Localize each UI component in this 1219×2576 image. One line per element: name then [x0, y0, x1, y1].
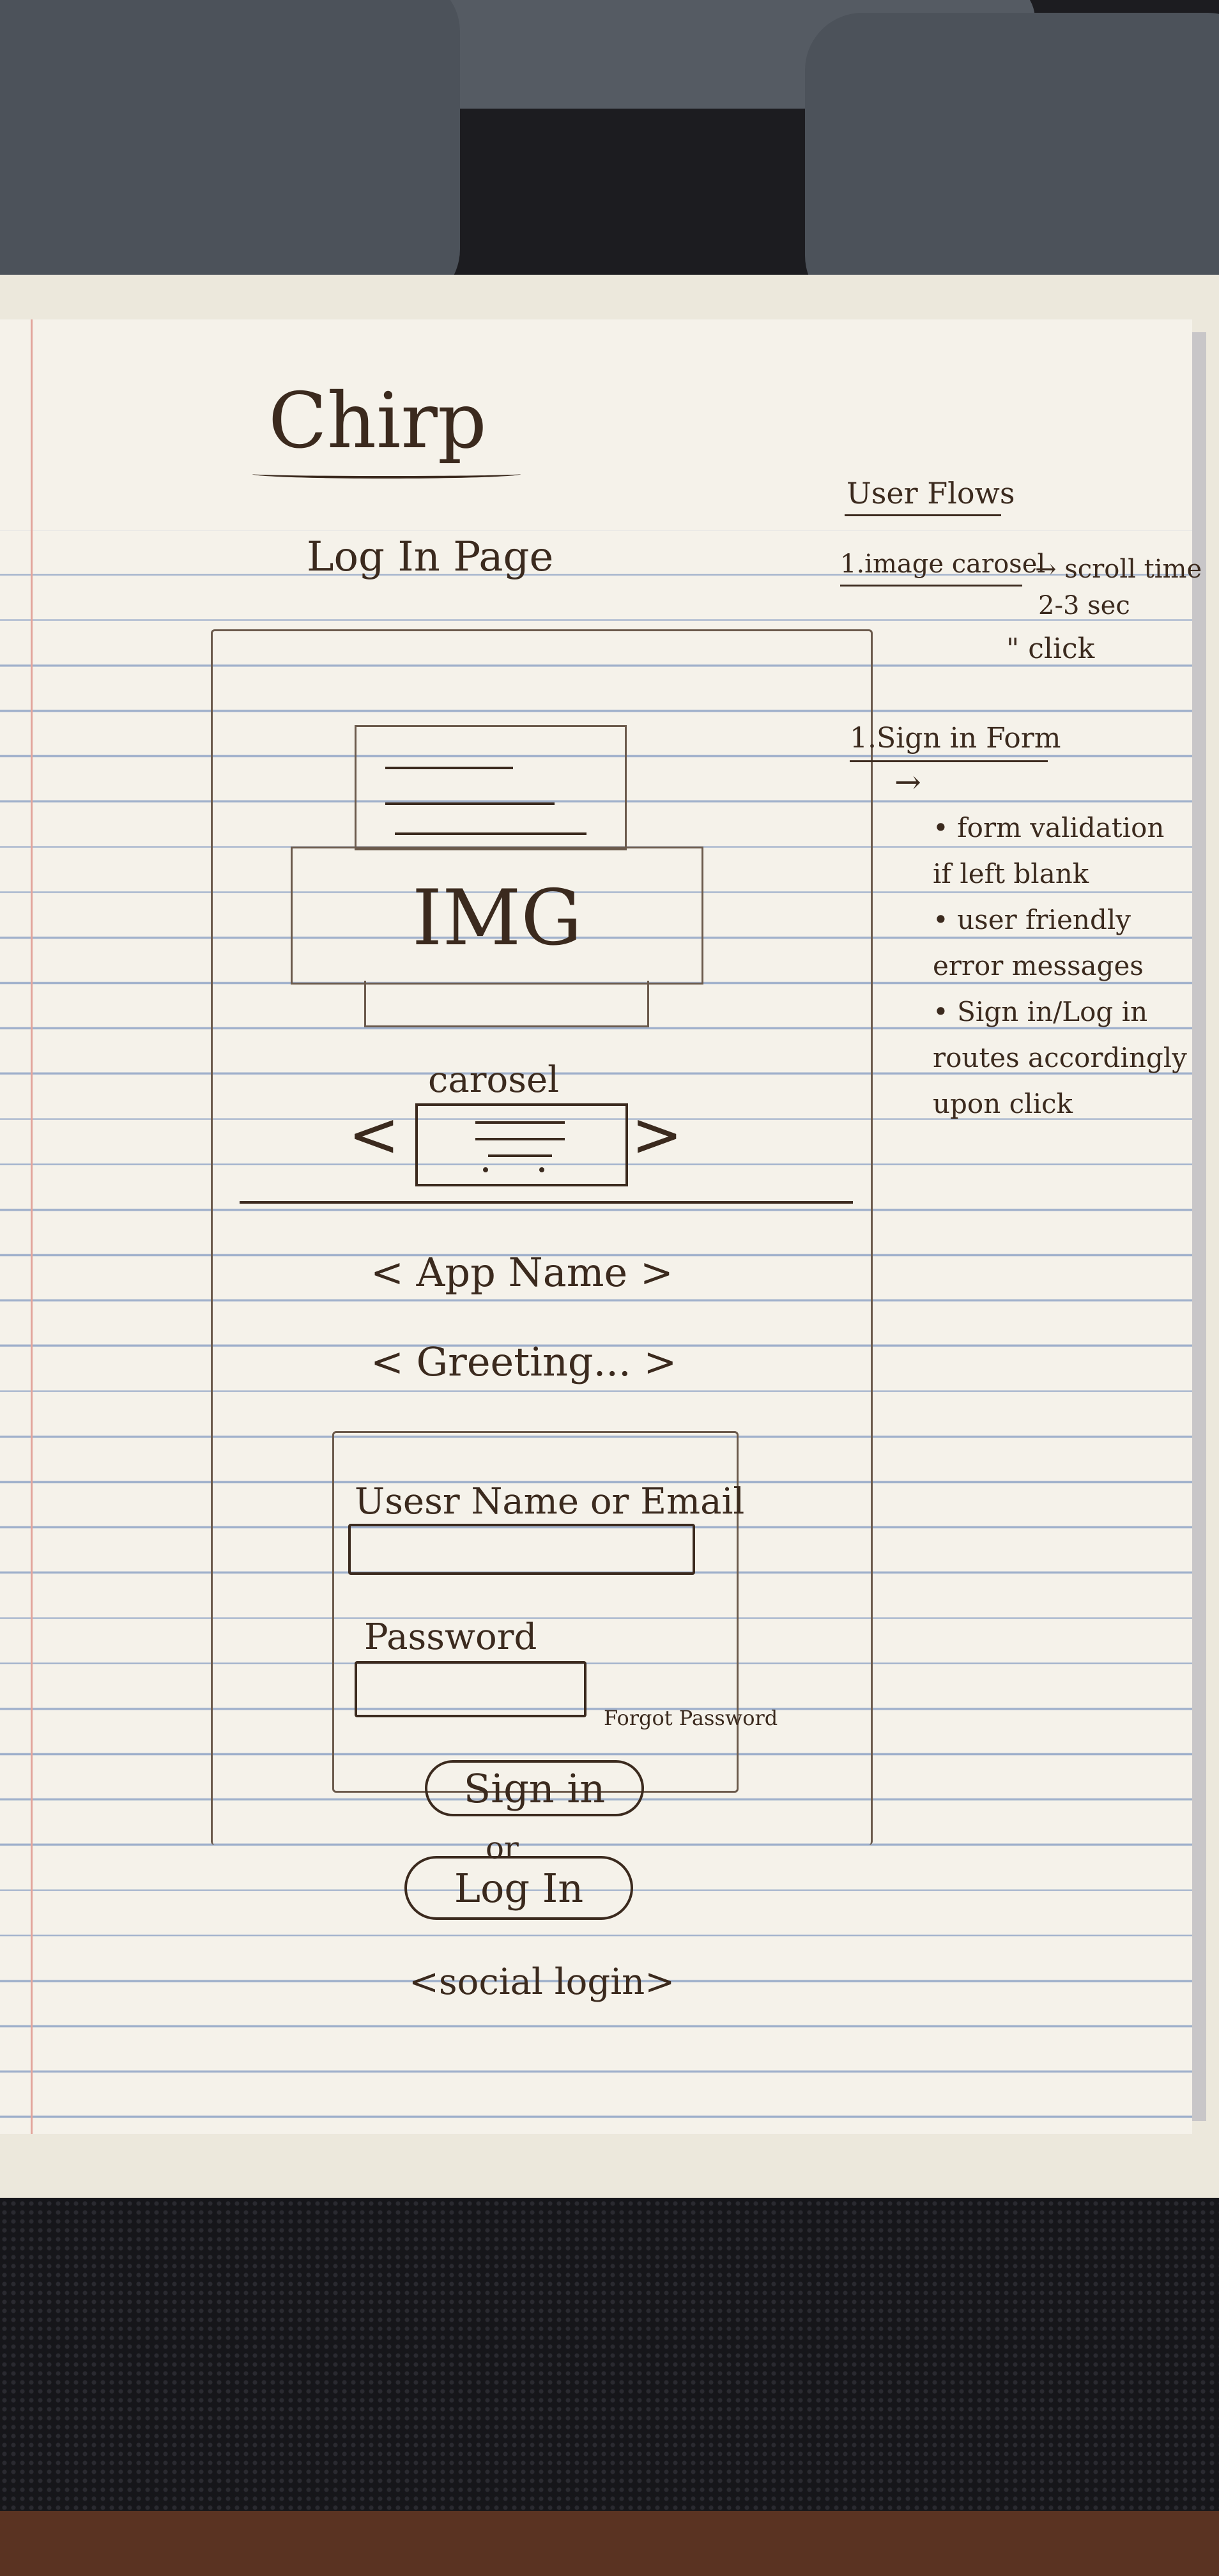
password-label: Password: [364, 1616, 537, 1658]
flow-image-carousel-underline: [840, 585, 1022, 586]
carousel-card[interactable]: [415, 1103, 628, 1186]
forgot-password-link[interactable]: Forgot Password: [604, 1706, 778, 1730]
greeting: < Greeting... >: [371, 1338, 677, 1385]
carousel-card-front: [364, 981, 649, 1027]
user-flows-heading: User Flows: [847, 476, 1015, 510]
flow-note: routes accordingly: [933, 1042, 1187, 1073]
hero-divider: [240, 1201, 853, 1204]
margin-line: [31, 319, 33, 2134]
flow-note: • form validation: [933, 812, 1165, 843]
password-input[interactable]: [355, 1661, 586, 1717]
carousel-dot: [483, 1167, 488, 1172]
page-title: Chirp: [268, 377, 487, 466]
title-underline: [252, 470, 521, 479]
flow-note: • user friendly: [933, 904, 1131, 935]
flow-note: error messages: [933, 950, 1144, 981]
carousel-dot: [539, 1167, 544, 1172]
username-input[interactable]: [348, 1524, 695, 1575]
app-name: < App Name >: [371, 1249, 673, 1296]
username-label: Usesr Name or Email: [355, 1481, 745, 1522]
flow-arrow-icon: →: [894, 763, 921, 801]
flow-sign-in-form: 1.Sign in Form: [850, 722, 1061, 755]
seat-cushion-right: [805, 13, 1219, 313]
flow-sign-in-form-underline: [850, 760, 1048, 762]
user-flows-underline: [845, 514, 1001, 516]
carousel-prev-icon[interactable]: <: [348, 1099, 399, 1170]
carousel-card-back: [355, 725, 627, 850]
flow-image-carousel-note: → scroll time: [1035, 555, 1202, 584]
flow-note: • Sign in/Log in: [933, 996, 1148, 1027]
carousel-label: carosel: [428, 1059, 560, 1101]
seat-cushion-left: [0, 0, 460, 307]
social-login[interactable]: <social login>: [409, 1961, 675, 2003]
flow-scroll-time: 2-3 sec: [1038, 591, 1130, 620]
page-subtitle: Log In Page: [307, 533, 554, 581]
flow-image-carousel: 1.image carosel: [840, 549, 1046, 579]
sign-in-button[interactable]: Sign in: [425, 1760, 644, 1816]
img-label: IMG: [411, 874, 583, 963]
flow-note: if left blank: [933, 858, 1089, 889]
carousel-next-icon[interactable]: >: [631, 1099, 682, 1170]
flow-notes-list: • form validation if left blank • user f…: [933, 805, 1187, 1127]
hero-image-placeholder: IMG: [291, 847, 703, 985]
table-edge: [0, 2511, 1219, 2576]
flow-note: upon click: [933, 1088, 1073, 1119]
log-in-button[interactable]: Log In: [404, 1856, 633, 1920]
flow-click: " click: [1006, 632, 1095, 665]
